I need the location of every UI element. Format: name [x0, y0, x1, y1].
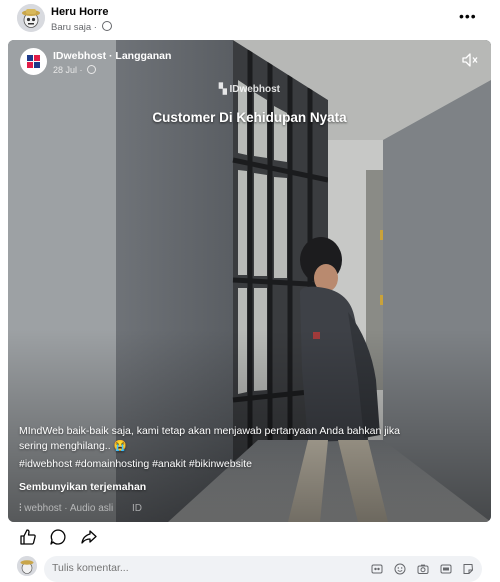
author-avatar[interactable]: [17, 4, 45, 32]
video-caption: MIndWeb baik-baik saja, kami tetap akan …: [19, 425, 400, 452]
video-hashtags[interactable]: #idwebhost #domainhosting #anakit #bikin…: [19, 458, 252, 470]
camera-icon[interactable]: [417, 563, 429, 575]
hide-translation-link[interactable]: Sembunyikan terjemahan: [19, 481, 146, 493]
comment-box[interactable]: [44, 556, 482, 582]
sticker-icon[interactable]: [462, 563, 474, 575]
video-overlay-title: Customer Di Kehidupan Nyata: [152, 110, 347, 125]
share-button[interactable]: [80, 528, 98, 546]
comment-button[interactable]: [49, 528, 67, 546]
gif-badge-icon[interactable]: [440, 563, 452, 575]
page-date-text[interactable]: 28 Jul ·: [53, 65, 83, 75]
audio-trailing: ID: [132, 503, 143, 514]
page-date: 28 Jul ·: [53, 65, 97, 75]
idwebhost-logo: [20, 48, 47, 75]
audio-label: webhost · Audio asli: [24, 503, 114, 514]
comment-input[interactable]: [52, 562, 252, 574]
audio-attribution[interactable]: ⫶ webhost · Audio asli ID: [19, 503, 142, 514]
share-icon: [81, 530, 97, 544]
watermark-logo-icon: ▚: [218, 84, 230, 95]
page-avatar[interactable]: [20, 48, 47, 75]
post-actions: [0, 524, 500, 550]
meta-separator: ·: [93, 22, 97, 33]
watermark-text: IDwebhost: [229, 84, 281, 95]
post-author-name[interactable]: Heru Horre: [51, 6, 108, 18]
emoji-icon[interactable]: [394, 563, 406, 575]
post-header: Heru Horre Baru saja · •••: [0, 0, 500, 40]
comment-composer: [0, 552, 500, 582]
gif-icon[interactable]: [371, 563, 383, 575]
like-button[interactable]: [19, 528, 37, 546]
commenter-avatar[interactable]: [17, 556, 37, 576]
more-icon: •••: [459, 8, 477, 24]
video-watermark: ▚ IDwebhost: [8, 84, 491, 95]
post-meta: Baru saja ·: [51, 21, 112, 33]
like-icon: [20, 529, 36, 545]
post-time[interactable]: Baru saja: [51, 22, 91, 33]
globe-icon: [101, 21, 112, 31]
video-player[interactable]: IDwebhost · Langganan 28 Jul · ▚ IDwebho…: [8, 40, 491, 522]
more-options-button[interactable]: •••: [459, 8, 477, 24]
mute-icon: [462, 53, 478, 67]
mute-button[interactable]: [461, 52, 479, 68]
comment-icon: [50, 529, 66, 545]
globe-icon: [87, 65, 97, 74]
page-name[interactable]: IDwebhost · Langganan: [53, 50, 171, 62]
